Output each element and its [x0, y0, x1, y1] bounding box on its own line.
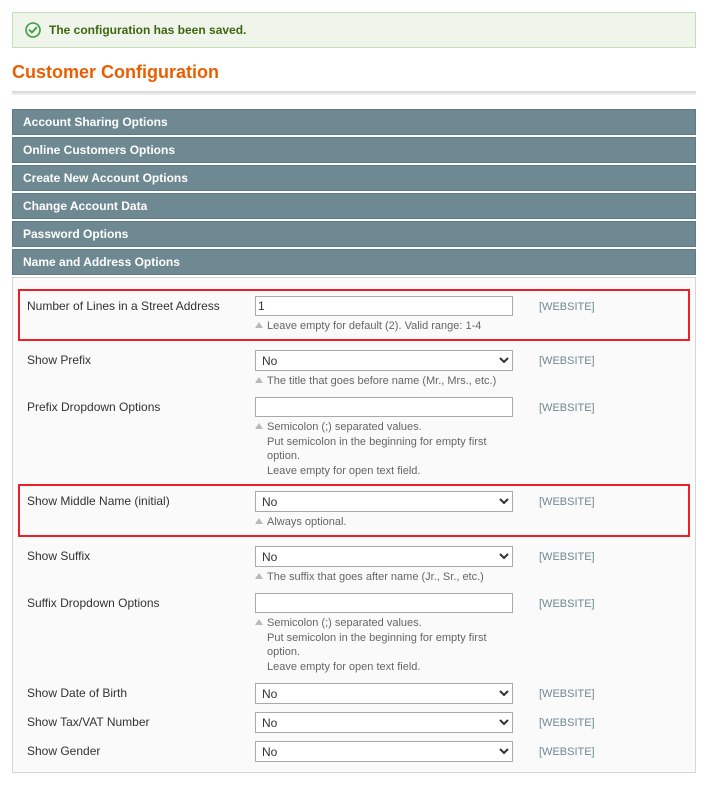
section-change-account[interactable]: Change Account Data: [12, 193, 696, 219]
scope-show-suffix[interactable]: [WEBSITE]: [539, 551, 595, 563]
row-show-dob: Show Date of Birth No [WEBSITE]: [23, 679, 685, 708]
show-prefix-select[interactable]: No: [255, 350, 513, 371]
note-triangle-icon: [255, 518, 263, 524]
scope-show-dob[interactable]: [WEBSITE]: [539, 688, 595, 700]
label-show-prefix: Show Prefix: [23, 350, 255, 367]
scope-suffix-options[interactable]: [WEBSITE]: [539, 598, 595, 610]
section-account-sharing[interactable]: Account Sharing Options: [12, 109, 696, 135]
page-title: Customer Configuration: [12, 62, 696, 83]
scope-show-tax[interactable]: [WEBSITE]: [539, 717, 595, 729]
show-gender-select[interactable]: No: [255, 741, 513, 762]
scope-prefix-options[interactable]: [WEBSITE]: [539, 402, 595, 414]
section-online-customers[interactable]: Online Customers Options: [12, 137, 696, 163]
label-street-lines: Number of Lines in a Street Address: [23, 296, 255, 313]
note-triangle-icon: [255, 573, 263, 579]
label-prefix-options: Prefix Dropdown Options: [23, 397, 255, 414]
scope-show-prefix[interactable]: [WEBSITE]: [539, 355, 595, 367]
note-suffix-options: Semicolon (;) separated values. Put semi…: [255, 616, 519, 675]
row-show-middle: Show Middle Name (initial) No Always opt…: [19, 485, 689, 536]
suffix-options-input[interactable]: [255, 593, 513, 613]
name-address-fieldset: Number of Lines in a Street Address Leav…: [12, 277, 696, 773]
note-street-lines: Leave empty for default (2). Valid range…: [255, 319, 519, 334]
row-show-prefix: Show Prefix No The title that goes befor…: [23, 346, 685, 393]
show-dob-select[interactable]: No: [255, 683, 513, 704]
prefix-options-input[interactable]: [255, 397, 513, 417]
row-street-lines: Number of Lines in a Street Address Leav…: [19, 290, 689, 340]
success-message-text: The configuration has been saved.: [49, 23, 246, 37]
row-show-gender: Show Gender No [WEBSITE]: [23, 737, 685, 766]
note-triangle-icon: [255, 423, 263, 429]
row-prefix-options: Prefix Dropdown Options Semicolon (;) se…: [23, 393, 685, 483]
show-middle-select[interactable]: No: [255, 491, 513, 512]
note-triangle-icon: [255, 322, 263, 328]
label-show-suffix: Show Suffix: [23, 546, 255, 563]
scope-street-lines[interactable]: [WEBSITE]: [539, 301, 595, 313]
note-prefix-options: Semicolon (;) separated values. Put semi…: [255, 420, 519, 479]
row-show-suffix: Show Suffix No The suffix that goes afte…: [23, 542, 685, 589]
note-show-prefix: The title that goes before name (Mr., Mr…: [255, 374, 519, 389]
show-suffix-select[interactable]: No: [255, 546, 513, 567]
section-name-address[interactable]: Name and Address Options: [12, 249, 696, 275]
note-show-middle: Always optional.: [255, 515, 519, 530]
success-message: The configuration has been saved.: [12, 12, 696, 48]
street-lines-input[interactable]: [255, 296, 513, 316]
section-password[interactable]: Password Options: [12, 221, 696, 247]
label-show-dob: Show Date of Birth: [23, 683, 255, 700]
label-show-tax: Show Tax/VAT Number: [23, 712, 255, 729]
section-create-account[interactable]: Create New Account Options: [12, 165, 696, 191]
row-suffix-options: Suffix Dropdown Options Semicolon (;) se…: [23, 589, 685, 679]
note-triangle-icon: [255, 377, 263, 383]
label-show-gender: Show Gender: [23, 741, 255, 758]
label-suffix-options: Suffix Dropdown Options: [23, 593, 255, 610]
scope-show-gender[interactable]: [WEBSITE]: [539, 746, 595, 758]
note-show-suffix: The suffix that goes after name (Jr., Sr…: [255, 570, 519, 585]
title-divider: [12, 91, 696, 95]
label-show-middle: Show Middle Name (initial): [23, 491, 255, 508]
show-tax-select[interactable]: No: [255, 712, 513, 733]
row-show-tax: Show Tax/VAT Number No [WEBSITE]: [23, 708, 685, 737]
note-triangle-icon: [255, 619, 263, 625]
scope-show-middle[interactable]: [WEBSITE]: [539, 496, 595, 508]
success-check-icon: [25, 22, 41, 38]
